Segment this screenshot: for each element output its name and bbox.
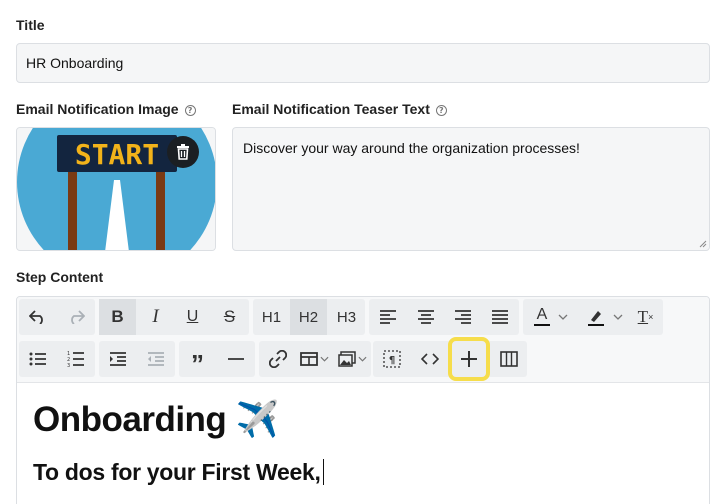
list-group: 123: [19, 341, 95, 377]
table-icon[interactable]: [295, 341, 333, 377]
image-label-text: Email Notification Image: [16, 101, 179, 117]
bullet-list-icon[interactable]: [19, 341, 56, 377]
advanced-group: ¶: [373, 337, 527, 381]
question-circle-icon[interactable]: ?: [184, 105, 196, 116]
undo-icon[interactable]: [19, 299, 56, 335]
chevron-down-icon: [357, 356, 367, 362]
chevron-down-icon: [319, 356, 329, 362]
chevron-down-icon: [613, 314, 623, 320]
content-subheading: To dos for your First Week,: [33, 459, 325, 486]
heading-group: H1 H2 H3: [253, 299, 365, 335]
numbered-list-icon[interactable]: 123: [57, 341, 94, 377]
heading-1-button[interactable]: H1: [253, 299, 290, 335]
image-icon[interactable]: [333, 341, 371, 377]
resize-handle-icon[interactable]: [699, 240, 707, 248]
indent-group: [99, 341, 175, 377]
heading-3-button[interactable]: H3: [328, 299, 365, 335]
subheading-plain: To dos for your: [33, 459, 202, 485]
horizontal-rule-icon[interactable]: [217, 341, 254, 377]
font-color-icon[interactable]: A: [525, 299, 577, 335]
teaser-text: Discover your way around the organizatio…: [243, 140, 580, 156]
bold-icon[interactable]: B: [99, 299, 136, 335]
quote-icon[interactable]: ”: [179, 341, 216, 377]
teaser-textarea[interactable]: Discover your way around the organizatio…: [232, 127, 710, 251]
subheading-bold: First Week,: [201, 459, 321, 485]
svg-text:¶: ¶: [388, 355, 394, 366]
step-content-label: Step Content: [16, 269, 104, 285]
svg-text:3: 3: [67, 363, 70, 367]
insert-group: [259, 341, 371, 377]
heading-2-button[interactable]: H2: [290, 299, 327, 335]
strikethrough-icon[interactable]: S: [211, 299, 248, 335]
title-input[interactable]: HR Onboarding: [16, 43, 710, 83]
chevron-down-icon: [558, 314, 568, 320]
redo-icon[interactable]: [57, 299, 94, 335]
paragraph-block-icon[interactable]: ¶: [373, 341, 410, 377]
code-icon[interactable]: [411, 341, 448, 377]
align-center-icon[interactable]: [407, 299, 444, 335]
trash-icon[interactable]: [167, 136, 199, 168]
outdent-icon[interactable]: [137, 341, 174, 377]
teaser-label: Email Notification Teaser Text?: [232, 101, 447, 117]
title-label: Title: [16, 17, 45, 33]
underline-icon[interactable]: U: [174, 299, 211, 335]
link-icon[interactable]: [259, 341, 296, 377]
image-label: Email Notification Image?: [16, 101, 196, 117]
text-caret: [322, 459, 325, 485]
italic-icon[interactable]: I: [137, 299, 174, 335]
align-left-icon[interactable]: [369, 299, 406, 335]
teaser-label-text: Email Notification Teaser Text: [232, 101, 430, 117]
history-group: [19, 299, 95, 335]
editor-toolbar: B I U S H1 H2 H3 A T × 1 2 3 ” ¶: [17, 297, 709, 383]
indent-icon[interactable]: [99, 341, 136, 377]
plus-icon[interactable]: [448, 337, 490, 381]
content-heading: Onboarding ✈️: [33, 400, 279, 439]
clear-format-icon[interactable]: T ×: [627, 299, 664, 335]
align-right-icon[interactable]: [444, 299, 481, 335]
highlight-icon[interactable]: [579, 299, 631, 335]
align-group: [369, 299, 519, 335]
rich-text-editor[interactable]: B I U S H1 H2 H3 A T × 1 2 3 ” ¶ Onboard…: [16, 296, 710, 504]
format-group: B I U S: [99, 299, 249, 335]
columns-icon[interactable]: [490, 341, 527, 377]
align-justify-icon[interactable]: [481, 299, 518, 335]
sign-text: START: [75, 138, 159, 171]
color-group: A T ×: [523, 299, 663, 335]
block-group: ”: [179, 341, 255, 377]
question-circle-icon[interactable]: ?: [435, 105, 447, 116]
